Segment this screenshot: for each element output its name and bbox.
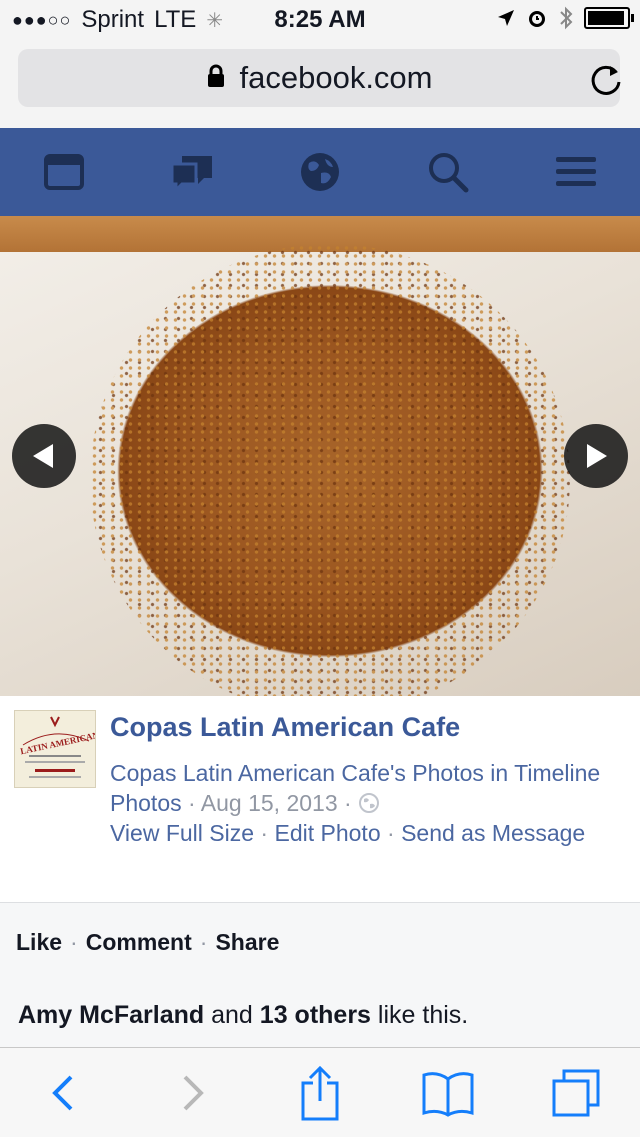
url-field[interactable]: facebook.com [18, 49, 620, 107]
bookmarks-icon [422, 1071, 474, 1117]
alarm-icon [529, 11, 545, 27]
share-button[interactable]: Share [215, 929, 279, 956]
send-as-message-link[interactable]: Send as Message [401, 820, 585, 846]
photo-meta: Copas Latin American Cafe's Photos in Ti… [110, 760, 601, 846]
others-link[interactable]: 13 others [260, 1001, 371, 1029]
back-button[interactable] [29, 1058, 99, 1128]
page-profile-picture[interactable]: LATIN AMERICAN [14, 710, 96, 788]
view-full-size-link[interactable]: View Full Size [110, 820, 254, 846]
news-feed-icon[interactable] [34, 142, 94, 202]
menu-icon[interactable] [546, 142, 606, 202]
forward-icon [183, 1075, 204, 1110]
page-name-link[interactable]: Copas Latin American Cafe [110, 712, 460, 743]
post-date[interactable]: Aug 15, 2013 [201, 790, 338, 816]
arrow-right-icon [587, 444, 607, 468]
browser-address-bar: facebook.com [0, 40, 640, 129]
reload-icon[interactable] [586, 60, 626, 100]
photo-viewer[interactable] [0, 216, 640, 696]
search-icon[interactable] [418, 142, 478, 202]
public-globe-icon [359, 793, 380, 813]
messages-icon[interactable] [162, 142, 222, 202]
likes-and: and [211, 1001, 253, 1029]
battery-icon [584, 7, 634, 29]
tabs-icon [552, 1069, 600, 1116]
edit-photo-link[interactable]: Edit Photo [274, 820, 380, 846]
location-arrow-icon [498, 10, 514, 26]
bluetooth-icon [560, 6, 573, 30]
fried-croquette-image [90, 244, 570, 696]
bookmarks-button[interactable] [413, 1058, 483, 1128]
previous-photo-button[interactable] [12, 424, 76, 488]
forward-button[interactable] [157, 1058, 227, 1128]
share-icon [301, 1065, 339, 1120]
share-sheet-button[interactable] [285, 1058, 355, 1128]
arrow-left-icon [33, 444, 53, 468]
status-bar: ●●●○○ Sprint LTE ✳ 8:25 AM [0, 0, 640, 40]
likes-suffix: like this. [377, 1001, 469, 1029]
back-icon [52, 1075, 73, 1110]
photo-info: LATIN AMERICAN Copas Latin American Cafe… [0, 696, 640, 902]
like-button[interactable]: Like [16, 929, 62, 956]
lock-icon [206, 60, 226, 96]
comment-button[interactable]: Comment [86, 929, 192, 956]
url-text: facebook.com [239, 60, 433, 95]
tabs-button[interactable] [541, 1058, 611, 1128]
next-photo-button[interactable] [564, 424, 628, 488]
notifications-globe-icon[interactable] [290, 142, 350, 202]
liker-name-link[interactable]: Amy McFarland [18, 1001, 204, 1029]
browser-toolbar [0, 1047, 640, 1137]
likes-summary: Amy McFarland and 13 others like this. [0, 981, 640, 1047]
action-bar: Like · Comment · Share [0, 902, 640, 982]
facebook-navigation-bar [0, 128, 640, 216]
